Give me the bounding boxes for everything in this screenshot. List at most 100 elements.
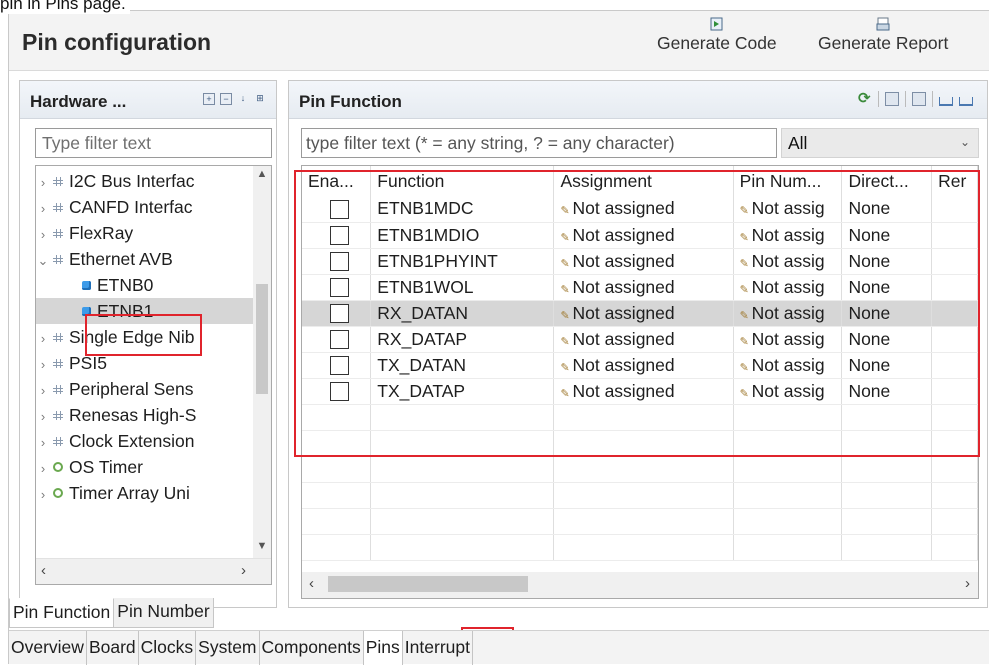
enable-checkbox[interactable]: [330, 200, 349, 220]
table-row[interactable]: ETNB1MDIO ✎ Not assigned ✎ Not assig None: [302, 222, 978, 249]
scroll-right-icon[interactable]: ›: [241, 562, 246, 579]
tab-interrupt[interactable]: Interrupt: [403, 631, 473, 665]
export-icon[interactable]: [959, 97, 973, 106]
assignment-cell[interactable]: ✎ Not assigned: [553, 222, 734, 249]
enable-checkbox[interactable]: [330, 304, 349, 324]
column-header-assignment[interactable]: Assignment: [553, 166, 734, 196]
chevron-right-icon[interactable]: ›: [36, 326, 50, 350]
pin-number-cell[interactable]: ✎ Not assig: [733, 196, 843, 223]
enable-checkbox[interactable]: [330, 356, 349, 376]
chevron-right-icon[interactable]: ›: [36, 430, 50, 454]
tree-item-psi5[interactable]: › PSI5: [36, 350, 254, 376]
tab-clocks[interactable]: Clocks: [139, 631, 197, 665]
pin-number-cell[interactable]: ✎ Not assig: [733, 222, 843, 249]
column-header-direction[interactable]: Direct...: [841, 166, 933, 196]
enable-checkbox[interactable]: [330, 226, 349, 246]
table-row[interactable]: ETNB1WOL ✎ Not assigned ✎ Not assig None: [302, 274, 978, 301]
table-row[interactable]: ETNB1PHYINT ✎ Not assigned ✎ Not assig Non…: [302, 248, 978, 275]
chevron-right-icon[interactable]: ›: [36, 196, 50, 220]
expand-all-icon[interactable]: +: [203, 93, 215, 105]
chevron-right-icon[interactable]: ›: [36, 404, 50, 428]
column-header-enable[interactable]: Ena...: [302, 166, 372, 196]
enable-checkbox[interactable]: [330, 278, 349, 298]
sort-icon[interactable]: ↓: [237, 93, 249, 105]
chevron-right-icon[interactable]: ›: [36, 352, 50, 376]
tab-pin-function[interactable]: Pin Function: [9, 598, 115, 628]
scroll-up-icon[interactable]: ▲: [253, 168, 271, 186]
generate-report-button[interactable]: Generate Report: [818, 17, 948, 54]
column-header-remarks[interactable]: Rer: [931, 166, 978, 196]
chevron-right-icon[interactable]: ›: [36, 482, 50, 506]
import-icon[interactable]: [939, 97, 953, 106]
tree-horizontal-scrollbar[interactable]: ‹ ›: [36, 558, 271, 584]
pin-number-cell[interactable]: ✎ Not assig: [733, 274, 843, 301]
tree-vertical-scrollbar[interactable]: ▲ ▼: [253, 166, 271, 558]
pin-number-cell[interactable]: ✎ Not assig: [733, 378, 843, 405]
tab-components[interactable]: Components: [260, 631, 364, 665]
tree-item-ethernet-avb[interactable]: ⌄ Ethernet AVB: [36, 246, 254, 272]
pin-function-filter-select[interactable]: All ⌄: [781, 128, 979, 158]
tab-system[interactable]: System: [196, 631, 260, 665]
column-header-function[interactable]: Function: [370, 166, 555, 196]
scroll-left-icon[interactable]: ‹: [41, 562, 46, 579]
assignment-cell[interactable]: ✎ Not assigned: [553, 326, 734, 353]
scroll-thumb[interactable]: [328, 576, 528, 592]
chevron-down-icon[interactable]: ⌄: [960, 135, 970, 149]
chevron-right-icon[interactable]: ›: [36, 170, 50, 194]
table-row[interactable]: TX_DATAN ✎ Not assigned ✎ Not assig None: [302, 352, 978, 379]
scroll-down-icon[interactable]: ▼: [253, 540, 271, 558]
direction-cell: None: [841, 248, 933, 275]
page-header: Pin configuration Generate Code Generate…: [9, 11, 989, 71]
tree-item-flexray[interactable]: › FlexRay: [36, 220, 254, 246]
tree-item-os-timer[interactable]: › OS Timer: [36, 454, 254, 480]
pin-number-cell[interactable]: ✎ Not assig: [733, 248, 843, 275]
tree-item-canfd[interactable]: › CANFD Interfac: [36, 194, 254, 220]
enable-checkbox[interactable]: [330, 330, 349, 350]
chevron-down-icon[interactable]: ⌄: [36, 248, 50, 272]
assignment-cell[interactable]: ✎ Not assigned: [553, 196, 734, 223]
pin-number-cell[interactable]: ✎ Not assig: [733, 300, 843, 327]
tree-item-clock-extension[interactable]: › Clock Extension: [36, 428, 254, 454]
tab-board[interactable]: Board: [87, 631, 139, 665]
table-row-selected[interactable]: RX_DATAN ✎ Not assigned ✎ Not assig None: [302, 300, 978, 327]
table-horizontal-scrollbar[interactable]: ‹ ›: [302, 572, 978, 598]
collapse-all-icon[interactable]: −: [220, 93, 232, 105]
save-icon[interactable]: [912, 92, 926, 106]
tree-item-single-edge-nibble[interactable]: › Single Edge Nib: [36, 324, 254, 350]
tree-item-etnb1[interactable]: ETNB1: [36, 298, 254, 324]
chevron-right-icon[interactable]: ›: [36, 378, 50, 402]
scroll-left-icon[interactable]: ‹: [309, 575, 314, 592]
tab-overview[interactable]: Overview: [9, 631, 87, 665]
chevron-right-icon[interactable]: ›: [36, 456, 50, 480]
assignment-cell[interactable]: ✎ Not assigned: [553, 352, 734, 379]
enable-checkbox[interactable]: [330, 382, 349, 402]
tree-item-etnb0[interactable]: ETNB0: [36, 272, 254, 298]
tab-pin-number[interactable]: Pin Number: [114, 598, 214, 628]
tree-item-renesas-high-speed[interactable]: › Renesas High-S: [36, 402, 254, 428]
assignment-cell[interactable]: ✎ Not assigned: [553, 300, 734, 327]
assignment-cell[interactable]: ✎ Not assigned: [553, 248, 734, 275]
configure-icon[interactable]: [885, 92, 899, 106]
assignment-cell[interactable]: ✎ Not assigned: [553, 378, 734, 405]
scroll-right-icon[interactable]: ›: [965, 575, 970, 592]
hardware-filter-input[interactable]: Type filter text: [35, 128, 272, 158]
tab-pins[interactable]: Pins: [363, 631, 403, 665]
pin-number-cell[interactable]: ✎ Not assig: [733, 326, 843, 353]
refresh-icon[interactable]: ⟳: [858, 91, 872, 106]
generate-code-button[interactable]: Generate Code: [657, 17, 777, 54]
table-row[interactable]: RX_DATAP ✎ Not assigned ✎ Not assig None: [302, 326, 978, 353]
enable-checkbox[interactable]: [330, 252, 349, 272]
assignment-cell[interactable]: ✎ Not assigned: [553, 274, 734, 301]
pin-function-filter-input[interactable]: type filter text (* = any string, ? = an…: [301, 128, 777, 158]
column-header-pin-number[interactable]: Pin Num...: [733, 166, 843, 196]
hierarchy-icon[interactable]: ⊞: [254, 93, 266, 105]
scroll-thumb[interactable]: [256, 284, 268, 394]
pin-number-cell[interactable]: ✎ Not assig: [733, 352, 843, 379]
table-row[interactable]: ETNB1MDC ✎ Not assigned ✎ Not assig None: [302, 196, 978, 223]
tree-item-peripheral-sensor[interactable]: › Peripheral Sens: [36, 376, 254, 402]
chevron-right-icon[interactable]: ›: [36, 222, 50, 246]
tree-item-i2c[interactable]: › I2C Bus Interfac: [36, 168, 254, 194]
table-row[interactable]: TX_DATAP ✎ Not assigned ✎ Not assig None: [302, 378, 978, 405]
remarks-cell: [931, 378, 978, 405]
tree-item-timer-array-unit[interactable]: › Timer Array Uni: [36, 480, 254, 506]
